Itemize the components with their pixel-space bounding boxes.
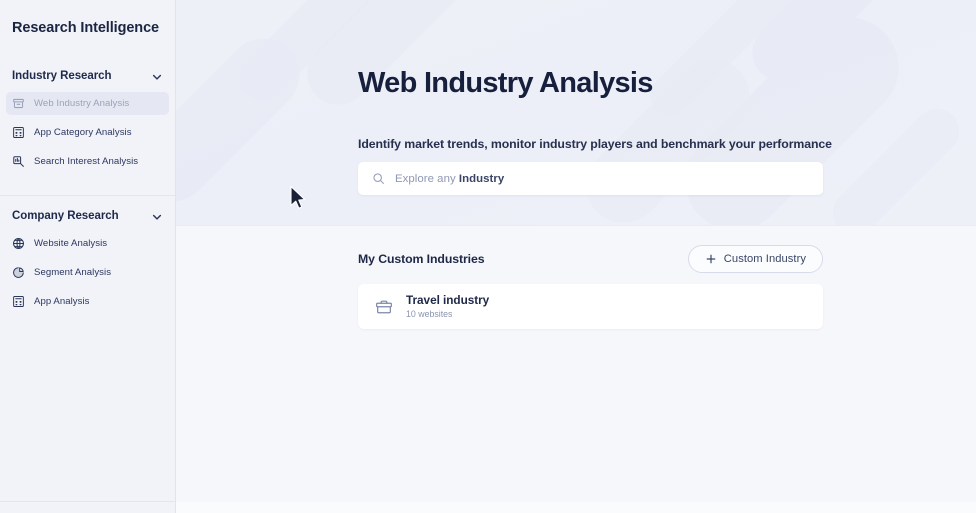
custom-industries-section: My Custom Industries Custom Industry Tra… — [176, 226, 976, 513]
sidebar-item-label: App Category Analysis — [34, 127, 132, 138]
custom-industries-header: My Custom Industries Custom Industry — [358, 244, 823, 274]
sidebar-item-label: App Analysis — [34, 296, 90, 307]
search-placeholder-emphasis: Industry — [458, 172, 505, 185]
nav-section-title: Company Research — [12, 210, 119, 222]
chevron-down-icon[interactable] — [151, 70, 163, 82]
search-interest-icon — [12, 155, 25, 168]
sidebar-item-web-industry-analysis[interactable]: Web Industry Analysis — [6, 92, 169, 115]
sidebar-item-label: Segment Analysis — [34, 267, 112, 278]
plus-icon — [705, 253, 717, 265]
bottom-band — [176, 502, 976, 513]
nav-section-industry-research: Industry Research Web Industry Analysis — [0, 64, 175, 187]
search-input[interactable]: Explore any Industry — [358, 162, 823, 195]
nav-section-header-company-research[interactable]: Company Research — [0, 204, 175, 228]
sidebar-item-app-category-analysis[interactable]: App Category Analysis — [6, 121, 169, 144]
search-placeholder-prefix: Explore any — [395, 172, 459, 185]
app-grid-icon — [12, 126, 25, 139]
add-custom-industry-button[interactable]: Custom Industry — [687, 245, 823, 273]
sidebar-divider — [0, 501, 175, 502]
sidebar-item-label: Website Analysis — [34, 238, 108, 249]
sidebar: Research Intelligence Industry Research — [0, 0, 176, 513]
page-subtitle: Identify market trends, monitor industry… — [358, 137, 832, 151]
search-placeholder: Explore any Industry — [395, 173, 504, 185]
nav-section-header-industry-research[interactable]: Industry Research — [0, 64, 175, 88]
nav-list-company-research: Website Analysis Segment Analysis App An… — [0, 228, 175, 327]
hero-inner: Web Industry Analysis Identify market tr… — [176, 0, 976, 195]
custom-industry-name: Travel industry — [406, 293, 490, 307]
nav-list-industry-research: Web Industry Analysis App Category Analy… — [0, 88, 175, 187]
suitcase-icon — [374, 297, 394, 317]
page-title: Web Industry Analysis — [358, 67, 653, 99]
hero-banner: Web Industry Analysis Identify market tr… — [176, 0, 976, 226]
sidebar-item-search-interest-analysis[interactable]: Search Interest Analysis — [6, 150, 169, 173]
archive-icon — [12, 97, 25, 110]
main-content: Web Industry Analysis Identify market tr… — [176, 0, 976, 513]
custom-industry-card-text: Travel industry 10 websites — [406, 293, 489, 320]
nav-section-title: Industry Research — [12, 70, 112, 82]
custom-industry-card[interactable]: Travel industry 10 websites — [358, 284, 823, 329]
app-brand-title: Research Intelligence — [12, 20, 159, 36]
sidebar-item-label: Search Interest Analysis — [34, 156, 139, 167]
sidebar-item-segment-analysis[interactable]: Segment Analysis — [6, 261, 169, 284]
sidebar-item-app-analysis[interactable]: App Analysis — [6, 290, 169, 313]
chevron-down-icon[interactable] — [151, 210, 163, 222]
app-grid-icon — [12, 295, 25, 308]
sidebar-item-website-analysis[interactable]: Website Analysis — [6, 232, 169, 255]
sidebar-item-label: Web Industry Analysis — [34, 98, 130, 109]
search-icon — [372, 172, 385, 185]
nav-section-company-research: Company Research Website Analysis Segmen… — [0, 195, 175, 502]
pie-chart-icon — [12, 266, 25, 279]
globe-icon — [12, 237, 25, 250]
add-custom-industry-label: Custom Industry — [723, 253, 806, 265]
section-title-my-custom-industries: My Custom Industries — [358, 252, 485, 266]
custom-industry-meta: 10 websites — [406, 309, 453, 319]
app-root: Research Intelligence Industry Research — [0, 0, 976, 513]
